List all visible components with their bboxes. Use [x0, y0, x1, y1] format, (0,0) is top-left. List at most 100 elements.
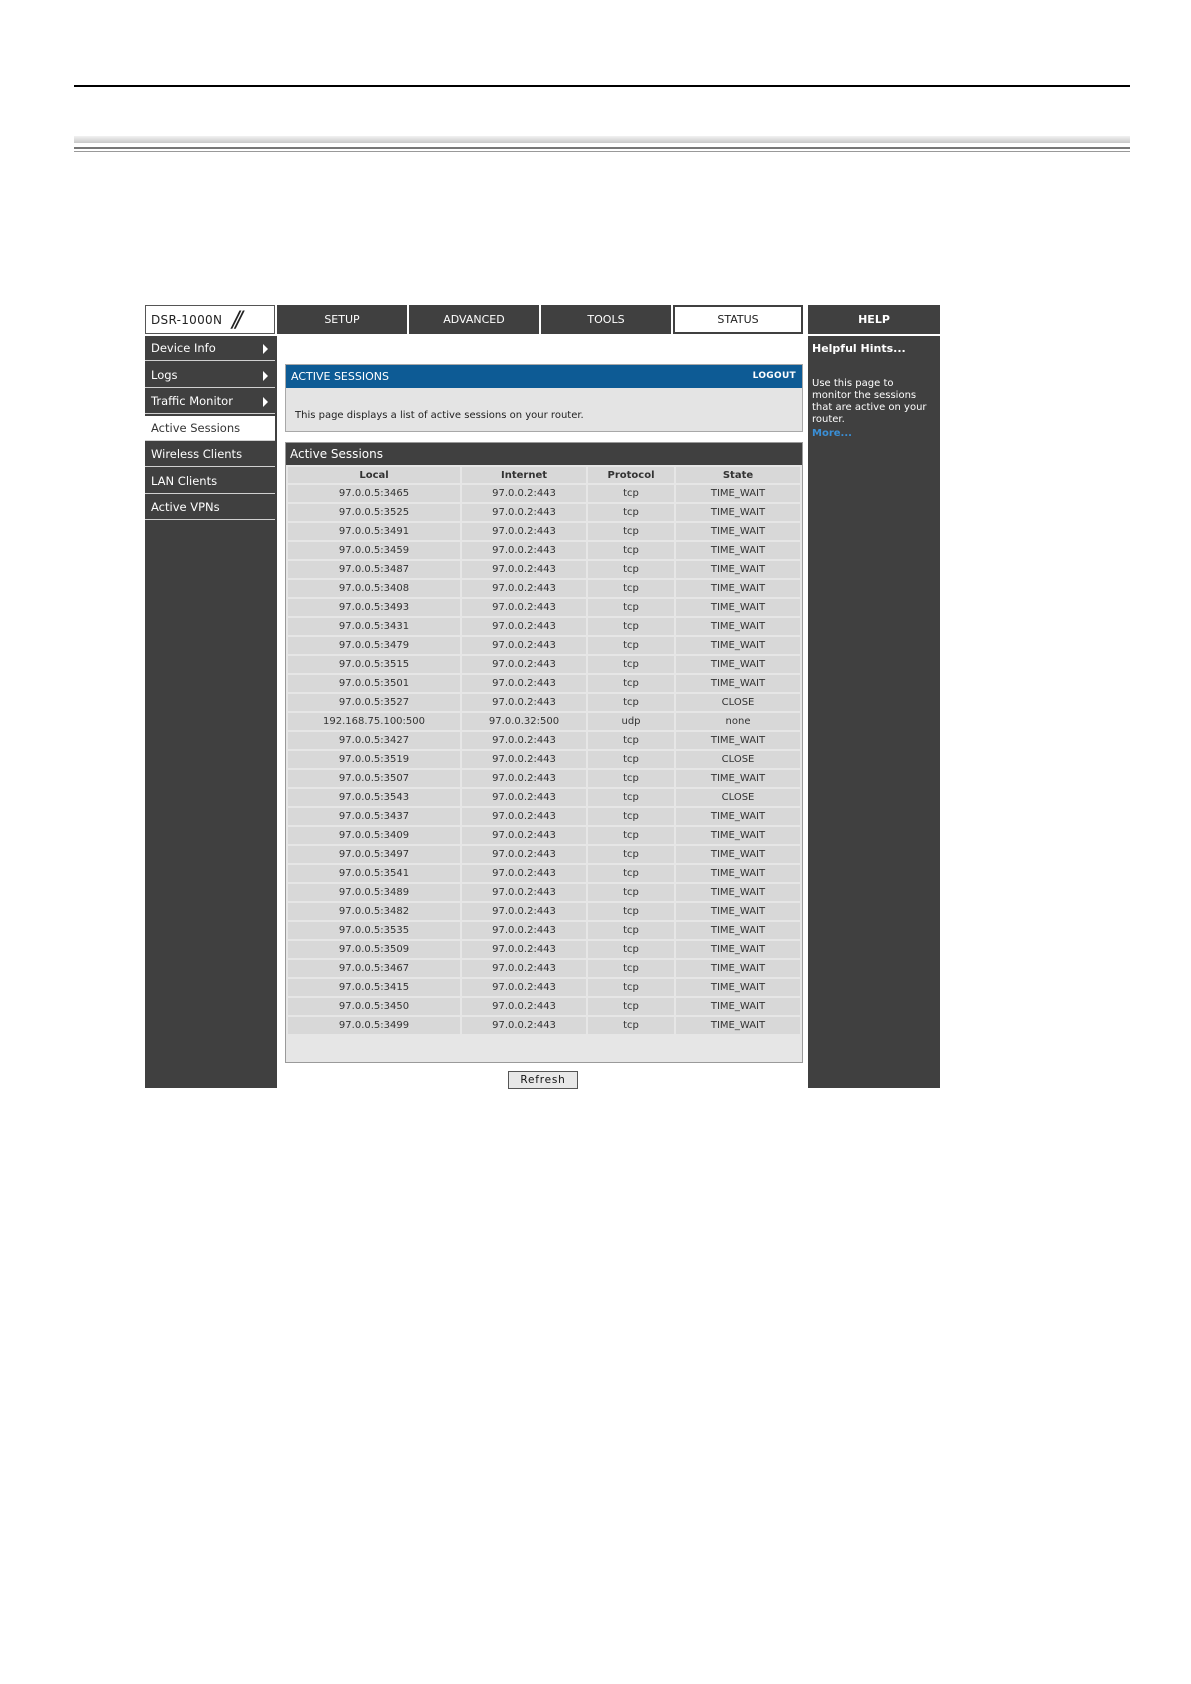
- tab-status[interactable]: STATUS: [673, 305, 803, 334]
- sidebar-item-active-sessions[interactable]: Active Sessions: [145, 415, 275, 441]
- table-row: 97.0.0.5:3541 97.0.0.2:443 tcp TIME_WAIT: [288, 865, 800, 882]
- logout-link[interactable]: LOGOUT: [753, 365, 796, 388]
- cell-local: 192.168.75.100:500: [288, 713, 461, 730]
- cell-internet: 97.0.0.2:443: [462, 941, 586, 958]
- table-row: 97.0.0.5:3409 97.0.0.2:443 tcp TIME_WAIT: [288, 827, 800, 844]
- cell-protocol: tcp: [588, 1017, 675, 1034]
- table-row: 97.0.0.5:3479 97.0.0.2:443 tcp TIME_WAIT: [288, 637, 800, 654]
- page-header-band: [74, 136, 1130, 143]
- cell-state: TIME_WAIT: [676, 675, 800, 692]
- cell-internet: 97.0.0.2:443: [462, 789, 586, 806]
- cell-state: CLOSE: [676, 751, 800, 768]
- column-header-state: State: [676, 467, 800, 483]
- cell-local: 97.0.0.5:3493: [288, 599, 461, 616]
- table-row: 97.0.0.5:3437 97.0.0.2:443 tcp TIME_WAIT: [288, 808, 800, 825]
- cell-state: TIME_WAIT: [676, 846, 800, 863]
- cell-local: 97.0.0.5:3479: [288, 637, 461, 654]
- refresh-button[interactable]: Refresh: [508, 1071, 578, 1089]
- cell-internet: 97.0.0.2:443: [462, 808, 586, 825]
- cell-internet: 97.0.0.2:443: [462, 504, 586, 521]
- cell-protocol: tcp: [588, 979, 675, 996]
- cell-state: TIME_WAIT: [676, 542, 800, 559]
- cell-local: 97.0.0.5:3527: [288, 694, 461, 711]
- sidebar-item-label: Wireless Clients: [151, 447, 243, 461]
- cell-protocol: tcp: [588, 656, 675, 673]
- cell-protocol: tcp: [588, 561, 675, 578]
- cell-state: TIME_WAIT: [676, 523, 800, 540]
- cell-local: 97.0.0.5:3415: [288, 979, 461, 996]
- intro-description: This page displays a list of active sess…: [295, 410, 584, 421]
- cell-internet: 97.0.0.2:443: [462, 694, 586, 711]
- sidebar-item-label: Active Sessions: [151, 420, 241, 435]
- cell-state: TIME_WAIT: [676, 637, 800, 654]
- cell-internet: 97.0.0.32:500: [462, 713, 586, 730]
- cell-protocol: tcp: [588, 865, 675, 882]
- table-row: 97.0.0.5:3487 97.0.0.2:443 tcp TIME_WAIT: [288, 561, 800, 578]
- table-row: 97.0.0.5:3459 97.0.0.2:443 tcp TIME_WAIT: [288, 542, 800, 559]
- sidebar-item-label: Traffic Monitor: [151, 394, 233, 408]
- cell-internet: 97.0.0.2:443: [462, 998, 586, 1015]
- sidebar-item-logs[interactable]: Logs: [145, 362, 275, 388]
- sidebar-item-active-vpns[interactable]: Active VPNs: [145, 495, 275, 520]
- cell-internet: 97.0.0.2:443: [462, 960, 586, 977]
- cell-local: 97.0.0.5:3491: [288, 523, 461, 540]
- cell-local: 97.0.0.5:3525: [288, 504, 461, 521]
- help-title: Helpful Hints...: [812, 342, 906, 355]
- cell-state: TIME_WAIT: [676, 580, 800, 597]
- sidebar-item-label: Active VPNs: [151, 500, 220, 514]
- cell-state: TIME_WAIT: [676, 732, 800, 749]
- table-row: 97.0.0.5:3408 97.0.0.2:443 tcp TIME_WAIT: [288, 580, 800, 597]
- cell-local: 97.0.0.5:3489: [288, 884, 461, 901]
- table-row: 97.0.0.5:3450 97.0.0.2:443 tcp TIME_WAIT: [288, 998, 800, 1015]
- page-title: ACTIVE SESSIONS: [291, 370, 389, 383]
- sidebar-item-lan-clients[interactable]: LAN Clients: [145, 468, 275, 494]
- cell-local: 97.0.0.5:3509: [288, 941, 461, 958]
- sidebar-item-wireless-clients[interactable]: Wireless Clients: [145, 442, 275, 467]
- table-row: 97.0.0.5:3499 97.0.0.2:443 tcp TIME_WAIT: [288, 1017, 800, 1034]
- cell-internet: 97.0.0.2:443: [462, 922, 586, 939]
- cell-state: TIME_WAIT: [676, 1017, 800, 1034]
- cell-protocol: udp: [588, 713, 675, 730]
- cell-local: 97.0.0.5:3437: [288, 808, 461, 825]
- cell-protocol: tcp: [588, 808, 675, 825]
- table-row: 97.0.0.5:3527 97.0.0.2:443 tcp CLOSE: [288, 694, 800, 711]
- table-row: 97.0.0.5:3489 97.0.0.2:443 tcp TIME_WAIT: [288, 884, 800, 901]
- top-nav-tabs: SETUP ADVANCED TOOLS STATUS: [277, 305, 805, 334]
- cell-state: TIME_WAIT: [676, 599, 800, 616]
- sidebar-item-device-info[interactable]: Device Info: [145, 336, 275, 361]
- help-more-link[interactable]: More...: [812, 428, 852, 439]
- cell-protocol: tcp: [588, 941, 675, 958]
- help-text: Use this page to monitor the sessions th…: [812, 378, 927, 425]
- cell-protocol: tcp: [588, 922, 675, 939]
- cell-local: 97.0.0.5:3497: [288, 846, 461, 863]
- arrow-right-icon: [263, 397, 268, 407]
- cell-local: 97.0.0.5:3450: [288, 998, 461, 1015]
- cell-state: none: [676, 713, 800, 730]
- column-header-local: Local: [288, 467, 461, 483]
- tab-help[interactable]: HELP: [808, 305, 940, 334]
- cell-protocol: tcp: [588, 751, 675, 768]
- cell-protocol: tcp: [588, 637, 675, 654]
- main-content: ACTIVE SESSIONS LOGOUT This page display…: [280, 336, 806, 1089]
- cell-internet: 97.0.0.2:443: [462, 827, 586, 844]
- table-row: 97.0.0.5:3465 97.0.0.2:443 tcp TIME_WAIT: [288, 485, 800, 502]
- table-row: 97.0.0.5:3482 97.0.0.2:443 tcp TIME_WAIT: [288, 903, 800, 920]
- cell-local: 97.0.0.5:3482: [288, 903, 461, 920]
- table-row: 97.0.0.5:3519 97.0.0.2:443 tcp CLOSE: [288, 751, 800, 768]
- intro-panel: ACTIVE SESSIONS LOGOUT This page display…: [285, 364, 803, 432]
- tab-advanced[interactable]: ADVANCED: [409, 305, 539, 334]
- cell-protocol: tcp: [588, 599, 675, 616]
- cell-internet: 97.0.0.2:443: [462, 656, 586, 673]
- cell-internet: 97.0.0.2:443: [462, 618, 586, 635]
- cell-state: TIME_WAIT: [676, 922, 800, 939]
- cell-protocol: tcp: [588, 770, 675, 787]
- cell-local: 97.0.0.5:3465: [288, 485, 461, 502]
- sidebar-item-traffic-monitor[interactable]: Traffic Monitor: [145, 389, 275, 414]
- cell-protocol: tcp: [588, 884, 675, 901]
- tab-tools[interactable]: TOOLS: [541, 305, 671, 334]
- table-row: 97.0.0.5:3501 97.0.0.2:443 tcp TIME_WAIT: [288, 675, 800, 692]
- table-header-row: Local Internet Protocol State: [288, 467, 800, 483]
- tab-setup[interactable]: SETUP: [277, 305, 407, 334]
- cell-local: 97.0.0.5:3499: [288, 1017, 461, 1034]
- cell-protocol: tcp: [588, 580, 675, 597]
